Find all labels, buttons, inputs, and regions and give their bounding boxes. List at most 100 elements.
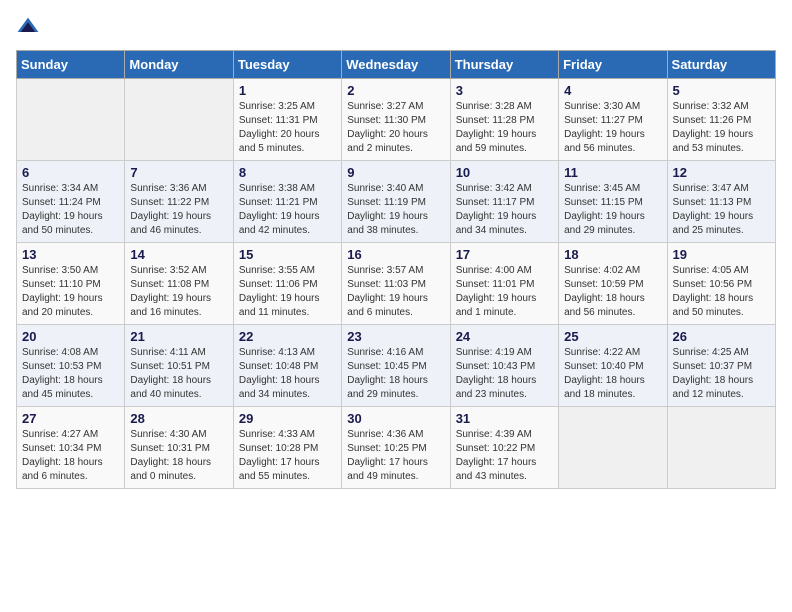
calendar-cell: 20 Sunrise: 4:08 AM Sunset: 10:53 PM Dayl…: [17, 325, 125, 407]
header-monday: Monday: [125, 51, 233, 79]
calendar-cell: 19 Sunrise: 4:05 AM Sunset: 10:56 PM Dayl…: [667, 243, 775, 325]
day-number: 12: [673, 165, 770, 180]
day-number: 24: [456, 329, 553, 344]
day-info: Sunrise: 3:38 AM Sunset: 11:21 PM Daylig…: [239, 182, 336, 238]
day-number: 8: [239, 165, 336, 180]
day-info: Sunrise: 4:05 AM Sunset: 10:56 PM Daylig…: [673, 264, 770, 320]
calendar-cell: 2Sunrise: 3:27 AM Sunset: 11:30 PM Dayli…: [342, 79, 450, 161]
logo-icon: [16, 16, 40, 40]
calendar-cell: [125, 79, 233, 161]
day-number: 3: [456, 83, 553, 98]
day-number: 22: [239, 329, 336, 344]
day-number: 20: [22, 329, 119, 344]
calendar-cell: 29 Sunrise: 4:33 AM Sunset: 10:28 PM Dayl…: [233, 407, 341, 489]
calendar-cell: 23Sunrise: 4:16 AM Sunset: 10:45 PM Dayl…: [342, 325, 450, 407]
calendar-cell: 5 Sunrise: 3:32 AM Sunset: 11:26 PM Dayli…: [667, 79, 775, 161]
day-info: Sunrise: 3:34 AM Sunset: 11:24 PM Daylig…: [22, 182, 119, 238]
header-saturday: Saturday: [667, 51, 775, 79]
calendar-cell: 6 Sunrise: 3:34 AM Sunset: 11:24 PM Dayli…: [17, 161, 125, 243]
day-info: Sunrise: 3:52 AM Sunset: 11:08 PM Daylig…: [130, 264, 227, 320]
day-info: Sunrise: 3:27 AM Sunset: 11:30 PM Daylig…: [347, 100, 444, 156]
calendar-cell: 28 Sunrise: 4:30 AM Sunset: 10:31 PM Dayl…: [125, 407, 233, 489]
day-number: 15: [239, 247, 336, 262]
day-info: Sunrise: 3:25 AM Sunset: 11:31 PM Daylig…: [239, 100, 336, 156]
day-number: 7: [130, 165, 227, 180]
day-number: 4: [564, 83, 661, 98]
day-info: Sunrise: 4:08 AM Sunset: 10:53 PM Daylig…: [22, 346, 119, 402]
day-number: 21: [130, 329, 227, 344]
day-number: 14: [130, 247, 227, 262]
day-number: 6: [22, 165, 119, 180]
calendar-cell: 17 Sunrise: 4:00 AM Sunset: 11:01 PM Dayl…: [450, 243, 558, 325]
week-row-2: 13Sunrise: 3:50 AM Sunset: 11:10 PM Dayl…: [17, 243, 776, 325]
day-info: Sunrise: 4:13 AM Sunset: 10:48 PM Daylig…: [239, 346, 336, 402]
day-info: Sunrise: 3:28 AM Sunset: 11:28 PM Daylig…: [456, 100, 553, 156]
calendar-cell: 11Sunrise: 3:45 AM Sunset: 11:15 PM Dayl…: [559, 161, 667, 243]
day-number: 23: [347, 329, 444, 344]
day-info: Sunrise: 3:47 AM Sunset: 11:13 PM Daylig…: [673, 182, 770, 238]
header-sunday: Sunday: [17, 51, 125, 79]
week-row-0: 1 Sunrise: 3:25 AM Sunset: 11:31 PM Dayli…: [17, 79, 776, 161]
day-number: 5: [673, 83, 770, 98]
day-number: 26: [673, 329, 770, 344]
day-info: Sunrise: 3:40 AM Sunset: 11:19 PM Daylig…: [347, 182, 444, 238]
header-thursday: Thursday: [450, 51, 558, 79]
calendar-cell: 12 Sunrise: 3:47 AM Sunset: 11:13 PM Dayl…: [667, 161, 775, 243]
calendar-cell: 13Sunrise: 3:50 AM Sunset: 11:10 PM Dayl…: [17, 243, 125, 325]
calendar-cell: [559, 407, 667, 489]
day-number: 25: [564, 329, 661, 344]
calendar-cell: 14 Sunrise: 3:52 AM Sunset: 11:08 PM Dayl…: [125, 243, 233, 325]
calendar-cell: [667, 407, 775, 489]
calendar-cell: 16 Sunrise: 3:57 AM Sunset: 11:03 PM Dayl…: [342, 243, 450, 325]
day-info: Sunrise: 4:11 AM Sunset: 10:51 PM Daylig…: [130, 346, 227, 402]
calendar-cell: 1 Sunrise: 3:25 AM Sunset: 11:31 PM Dayli…: [233, 79, 341, 161]
day-number: 28: [130, 411, 227, 426]
page-header: [16, 16, 776, 40]
day-number: 11: [564, 165, 661, 180]
calendar-cell: 21 Sunrise: 4:11 AM Sunset: 10:51 PM Dayl…: [125, 325, 233, 407]
day-number: 27: [22, 411, 119, 426]
header-friday: Friday: [559, 51, 667, 79]
days-header-row: SundayMondayTuesdayWednesdayThursdayFrid…: [17, 51, 776, 79]
week-row-3: 20 Sunrise: 4:08 AM Sunset: 10:53 PM Dayl…: [17, 325, 776, 407]
calendar-cell: 10Sunrise: 3:42 AM Sunset: 11:17 PM Dayl…: [450, 161, 558, 243]
day-number: 1: [239, 83, 336, 98]
day-info: Sunrise: 3:30 AM Sunset: 11:27 PM Daylig…: [564, 100, 661, 156]
calendar-table: SundayMondayTuesdayWednesdayThursdayFrid…: [16, 50, 776, 489]
calendar-cell: 7Sunrise: 3:36 AM Sunset: 11:22 PM Dayli…: [125, 161, 233, 243]
day-number: 31: [456, 411, 553, 426]
calendar-cell: 3 Sunrise: 3:28 AM Sunset: 11:28 PM Dayli…: [450, 79, 558, 161]
calendar-cell: 30 Sunrise: 4:36 AM Sunset: 10:25 PM Dayl…: [342, 407, 450, 489]
day-number: 18: [564, 247, 661, 262]
day-info: Sunrise: 4:36 AM Sunset: 10:25 PM Daylig…: [347, 428, 444, 484]
day-number: 10: [456, 165, 553, 180]
day-info: Sunrise: 4:22 AM Sunset: 10:40 PM Daylig…: [564, 346, 661, 402]
calendar-cell: 18Sunrise: 4:02 AM Sunset: 10:59 PM Dayl…: [559, 243, 667, 325]
header-tuesday: Tuesday: [233, 51, 341, 79]
day-number: 30: [347, 411, 444, 426]
day-number: 17: [456, 247, 553, 262]
calendar-cell: 9Sunrise: 3:40 AM Sunset: 11:19 PM Dayli…: [342, 161, 450, 243]
calendar-cell: 4 Sunrise: 3:30 AM Sunset: 11:27 PM Dayli…: [559, 79, 667, 161]
day-number: 19: [673, 247, 770, 262]
calendar-cell: 27 Sunrise: 4:27 AM Sunset: 10:34 PM Dayl…: [17, 407, 125, 489]
day-info: Sunrise: 3:32 AM Sunset: 11:26 PM Daylig…: [673, 100, 770, 156]
day-info: Sunrise: 3:50 AM Sunset: 11:10 PM Daylig…: [22, 264, 119, 320]
day-info: Sunrise: 4:33 AM Sunset: 10:28 PM Daylig…: [239, 428, 336, 484]
day-number: 16: [347, 247, 444, 262]
day-info: Sunrise: 3:57 AM Sunset: 11:03 PM Daylig…: [347, 264, 444, 320]
week-row-1: 6 Sunrise: 3:34 AM Sunset: 11:24 PM Dayli…: [17, 161, 776, 243]
calendar-cell: 22 Sunrise: 4:13 AM Sunset: 10:48 PM Dayl…: [233, 325, 341, 407]
calendar-cell: 15 Sunrise: 3:55 AM Sunset: 11:06 PM Dayl…: [233, 243, 341, 325]
day-info: Sunrise: 4:27 AM Sunset: 10:34 PM Daylig…: [22, 428, 119, 484]
day-info: Sunrise: 3:55 AM Sunset: 11:06 PM Daylig…: [239, 264, 336, 320]
calendar-cell: 24Sunrise: 4:19 AM Sunset: 10:43 PM Dayl…: [450, 325, 558, 407]
day-info: Sunrise: 4:30 AM Sunset: 10:31 PM Daylig…: [130, 428, 227, 484]
header-wednesday: Wednesday: [342, 51, 450, 79]
calendar-cell: 26Sunrise: 4:25 AM Sunset: 10:37 PM Dayl…: [667, 325, 775, 407]
calendar-cell: 8 Sunrise: 3:38 AM Sunset: 11:21 PM Dayli…: [233, 161, 341, 243]
day-number: 29: [239, 411, 336, 426]
calendar-cell: [17, 79, 125, 161]
week-row-4: 27 Sunrise: 4:27 AM Sunset: 10:34 PM Dayl…: [17, 407, 776, 489]
day-info: Sunrise: 4:00 AM Sunset: 11:01 PM Daylig…: [456, 264, 553, 320]
